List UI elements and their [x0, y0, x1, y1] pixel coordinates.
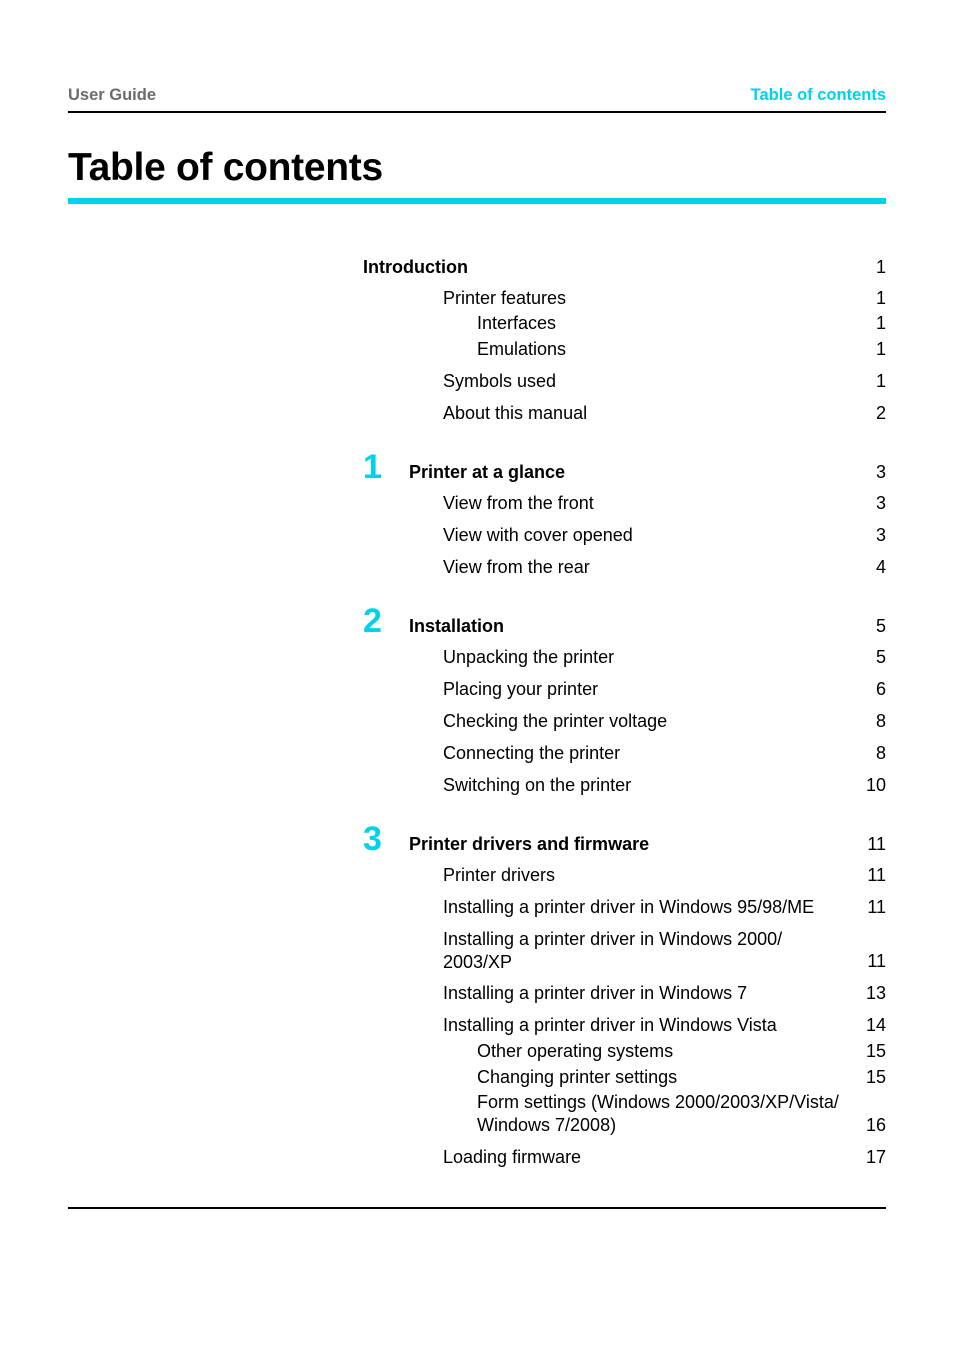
toc-page-number: 1	[875, 288, 886, 308]
toc-page-number: 13	[865, 983, 886, 1003]
toc-page-number: 5	[875, 647, 886, 667]
chapter-number: 1	[363, 448, 382, 486]
toc-page-number: 1	[875, 339, 886, 359]
toc-entry-text: Placing your printer	[443, 679, 599, 699]
toc-page-number: 5	[875, 616, 886, 636]
toc-entry-text: Printer at a glance	[409, 462, 566, 482]
toc-entry-text: Changing printer settings	[477, 1067, 678, 1087]
toc-page-number: 4	[875, 557, 886, 577]
running-header-title: User Guide	[68, 86, 157, 104]
toc-page-number: 15	[865, 1067, 886, 1087]
toc-entry-text: Form settings (Windows 2000/2003/XP/Vist…	[477, 1092, 839, 1135]
toc-page-number: 1	[875, 257, 886, 277]
toc-page-number: 3	[875, 493, 886, 513]
toc-page-number: 8	[875, 711, 886, 731]
toc-entry-text: View from the front	[443, 493, 594, 513]
toc-page-number: 3	[875, 525, 886, 545]
page-title: Table of contents	[68, 146, 383, 189]
toc-page-number: 11	[867, 834, 886, 854]
toc-page-number: 10	[865, 775, 886, 795]
toc-page-number: 15	[865, 1041, 886, 1061]
toc-page-number: 8	[875, 743, 886, 763]
running-header-section: Table of contents	[750, 86, 886, 104]
toc-entry-text: Installing a printer driver in Windows 7	[443, 983, 748, 1003]
toc-page-number: 1	[875, 313, 886, 333]
toc-entry-text: Other operating systems	[477, 1041, 674, 1061]
toc-entry-text: Printer drivers	[443, 865, 556, 885]
toc-page-number: 17	[865, 1147, 886, 1167]
title-accent-bar	[68, 198, 886, 204]
toc-page-number: 14	[865, 1015, 886, 1035]
toc-entry-text: Installation	[409, 616, 505, 636]
toc-entry-text: View from the rear	[443, 557, 590, 577]
toc-page-number: 11	[867, 865, 886, 885]
footer-divider	[68, 1207, 886, 1209]
toc-entry-text: Switching on the printer	[443, 775, 632, 795]
toc-page-number: 6	[875, 679, 886, 699]
chapter-number: 3	[363, 820, 382, 858]
toc-entry-text: Printer drivers and firmware	[409, 834, 650, 854]
toc-page-number: 3	[875, 462, 886, 482]
header-divider	[68, 111, 886, 113]
toc-entry-text: Installing a printer driver in Windows 2…	[443, 929, 783, 972]
toc-page-number: 2	[875, 403, 886, 423]
toc-entry-text: Symbols used	[443, 371, 557, 391]
toc-entry-text: Checking the printer voltage	[443, 711, 668, 731]
toc-entry-text: Loading firmware	[443, 1147, 582, 1167]
chapter-number: 2	[363, 602, 382, 640]
toc-page-number: 16	[865, 1115, 886, 1135]
toc-page-number: 11	[867, 951, 886, 971]
toc-entry-text: Unpacking the printer	[443, 647, 615, 667]
toc-entry-text: Printer features	[443, 288, 567, 308]
toc-entry-text: Installing a printer driver in Windows V…	[443, 1015, 777, 1035]
toc-entry-text: Interfaces	[477, 313, 557, 333]
toc-entry-text: Introduction	[363, 257, 468, 277]
toc-entry-text: View with cover opened	[443, 525, 633, 545]
toc-entry-text: About this manual	[443, 403, 588, 423]
toc-entry-text: Emulations	[477, 339, 567, 359]
toc-entry-text: Installing a printer driver in Windows 9…	[443, 897, 815, 917]
toc-page-number: 1	[875, 371, 886, 391]
toc-entry-text: Connecting the printer	[443, 743, 621, 763]
toc-page-number: 11	[867, 897, 886, 917]
